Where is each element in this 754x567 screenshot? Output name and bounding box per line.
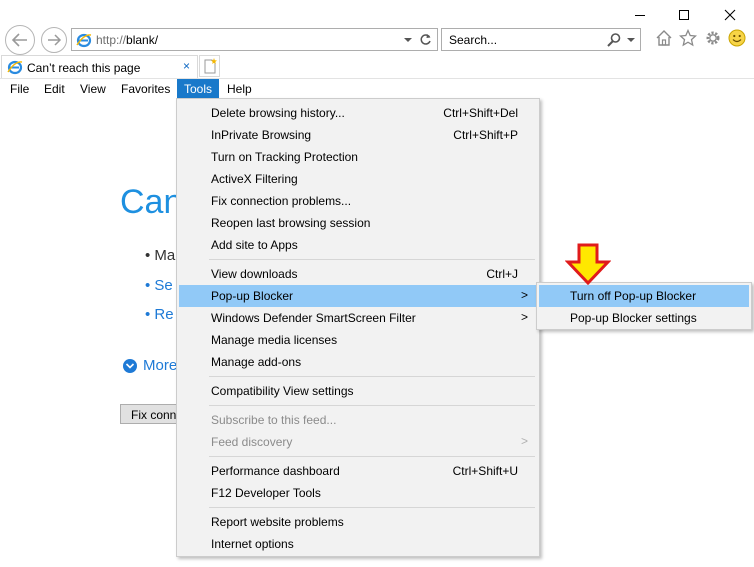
back-icon (11, 33, 27, 47)
menu-separator (209, 507, 535, 508)
search-icon[interactable] (606, 32, 622, 51)
maximize-icon[interactable] (674, 6, 694, 24)
annotation-arrow-icon (565, 243, 611, 285)
refresh-icon[interactable] (419, 33, 432, 49)
menu-item-performance-dashboard[interactable]: Performance dashboard Ctrl+Shift+U (179, 460, 537, 482)
menu-item-activex-filtering[interactable]: ActiveX Filtering (179, 168, 537, 190)
menu-item-fix-connection-problems[interactable]: Fix connection problems... (179, 190, 537, 212)
list-item[interactable]: • Re (145, 306, 174, 323)
menu-favorites[interactable]: Favorites (114, 79, 177, 99)
new-tab-button[interactable] (199, 55, 220, 77)
menu-view[interactable]: View (73, 79, 113, 99)
menu-item-delete-browsing-history[interactable]: Delete browsing history... Ctrl+Shift+Del (179, 102, 537, 124)
chevron-down-icon (123, 358, 137, 373)
menu-separator (209, 376, 535, 377)
menu-item-smartscreen-filter[interactable]: Windows Defender SmartScreen Filter > (179, 307, 537, 329)
home-icon[interactable] (655, 29, 673, 50)
gear-icon[interactable] (704, 29, 722, 50)
menu-item-inprivate-browsing[interactable]: InPrivate Browsing Ctrl+Shift+P (179, 124, 537, 146)
menu-item-subscribe-feed: Subscribe to this feed... (211, 413, 337, 427)
address-url[interactable]: http://blank/ (96, 33, 158, 47)
close-icon[interactable] (720, 6, 740, 24)
menu-item-add-site-to-apps[interactable]: Add site to Apps (179, 234, 537, 256)
menu-separator (209, 456, 535, 457)
menu-item-report-website-problems[interactable]: Report website problems (179, 511, 537, 533)
minimize-icon[interactable] (630, 6, 650, 24)
menu-tools[interactable]: Tools (177, 79, 220, 99)
menu-item-feed-discovery: Feed discovery > (211, 434, 528, 449)
dropdown-icon[interactable] (403, 34, 413, 48)
list-item: • Ma (145, 247, 176, 264)
more-info-link[interactable]: More (123, 357, 177, 374)
menu-item-popup-blocker[interactable]: Pop-up Blocker > (179, 285, 537, 307)
menu-item-tracking-protection[interactable]: Turn on Tracking Protection (179, 146, 537, 168)
chevron-right-icon: > (520, 434, 528, 448)
menu-item-compatibility-view[interactable]: Compatibility View settings (179, 380, 537, 402)
tab-close-button[interactable]: × (183, 59, 190, 73)
tools-menu: Delete browsing history... Ctrl+Shift+Del… (176, 98, 540, 557)
back-button[interactable] (5, 25, 35, 55)
browser-tab[interactable]: Can’t reach this page × (1, 55, 198, 78)
ie-logo-icon (7, 59, 23, 78)
menu-bar: File Edit View Favorites Tools Help (0, 78, 754, 99)
menu-separator (209, 405, 535, 406)
menu-item-reopen-last-session[interactable]: Reopen last browsing session (179, 212, 537, 234)
menu-item-popup-blocker-settings[interactable]: Pop-up Blocker settings (539, 307, 749, 329)
ie-logo-icon (76, 32, 92, 51)
menu-item-view-downloads[interactable]: View downloads Ctrl+J (179, 263, 537, 285)
address-bar[interactable]: http://blank/ (71, 28, 438, 51)
menu-separator (209, 259, 535, 260)
search-box[interactable]: Search... (441, 28, 641, 51)
menu-item-manage-add-ons[interactable]: Manage add-ons (179, 351, 537, 373)
search-placeholder: Search... (449, 33, 498, 47)
popup-blocker-submenu: Turn off Pop-up Blocker Pop-up Blocker s… (536, 282, 752, 330)
menu-item-manage-media-licenses[interactable]: Manage media licenses (179, 329, 537, 351)
menu-item-turn-off-popup-blocker[interactable]: Turn off Pop-up Blocker (539, 285, 749, 307)
dropdown-icon[interactable] (626, 34, 636, 48)
page-heading: Can (120, 183, 183, 221)
menu-file[interactable]: File (3, 79, 36, 99)
smiley-icon[interactable] (728, 29, 746, 50)
menu-item-internet-options[interactable]: Internet options (179, 533, 537, 555)
forward-button[interactable] (41, 27, 67, 53)
forward-icon (48, 34, 62, 46)
tab-title: Can’t reach this page (27, 61, 141, 75)
chevron-right-icon: > (520, 288, 528, 302)
favorites-star-icon[interactable] (678, 28, 698, 50)
menu-item-f12-developer-tools[interactable]: F12 Developer Tools (179, 482, 537, 504)
new-tab-icon (204, 58, 217, 74)
menu-edit[interactable]: Edit (37, 79, 72, 99)
chevron-right-icon: > (520, 310, 528, 324)
list-item[interactable]: • Se (145, 277, 173, 294)
menu-help[interactable]: Help (220, 79, 259, 99)
